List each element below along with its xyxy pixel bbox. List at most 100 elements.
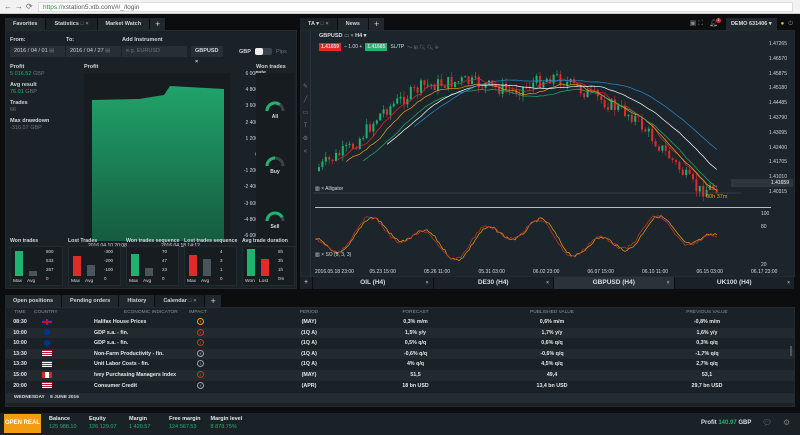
stat-label: Avg result xyxy=(10,82,37,88)
calendar-row[interactable]: 10:00 GDP s.a. - fin.! (1Q A) 1,5% y/y 1,7% … xyxy=(6,327,794,339)
close-icon[interactable]: × xyxy=(426,277,429,289)
cell-indicator: GDP s.a. - fin. xyxy=(94,328,189,339)
calendar-row[interactable]: 10:00 GDP s.a. - fin.! (1Q A) 0,5% q/q 0,6% … xyxy=(6,338,794,349)
cell-period: (1Q A) xyxy=(269,349,349,360)
add-instrument-input[interactable]: e.g. EURUSD xyxy=(122,46,187,57)
add-instrument-tab[interactable]: + xyxy=(300,277,312,289)
power-icon[interactable]: ⏻ xyxy=(788,18,795,30)
stat-label: Max drawdown xyxy=(10,118,50,124)
calendar-rows: 08:30 Halifax House Prices! (MAY) 0,3% m/m 0… xyxy=(6,317,794,391)
gbp-pips-toggle[interactable] xyxy=(255,48,272,55)
previous-text: 1,6% y/y xyxy=(696,329,718,336)
cell-period: (1Q A) xyxy=(269,359,349,370)
price-axis-label: 1.43095 xyxy=(768,129,787,136)
previous-text: -0,8% m/m xyxy=(693,319,721,325)
tab-statistics[interactable]: Statistics □ × xyxy=(46,18,97,30)
pane-divider[interactable] xyxy=(315,207,771,208)
candle xyxy=(433,82,436,91)
account-metrics: Balance 125 988.10 Equity 126 129.07 Margin 1… xyxy=(49,416,242,430)
metric-label: Margin xyxy=(129,416,148,422)
mini-bar xyxy=(145,267,153,276)
flag-us-icon xyxy=(42,360,52,367)
tab-history[interactable]: History xyxy=(119,295,155,307)
column-header[interactable]: PREVIOUS VALUE xyxy=(622,308,792,317)
won-rate-gauges: All Buy Sell xyxy=(256,73,294,253)
from-date-input[interactable]: 2016 / 04 / 01 ▤ xyxy=(10,46,65,57)
bell-icon[interactable]: 🔔︎ 1 xyxy=(709,18,726,30)
to-date-input[interactable]: 2016 / 04 / 27 ▤ xyxy=(66,46,121,57)
close-icon[interactable]: × xyxy=(787,277,790,289)
instrument-chip[interactable]: GBPUSD × xyxy=(191,46,223,65)
symbol-selector[interactable]: GBPUSD ▭ ▾ H4 ▾ xyxy=(319,33,366,39)
profit-chart xyxy=(84,73,230,243)
candle xyxy=(386,107,388,118)
candle xyxy=(698,185,701,197)
candle xyxy=(318,163,320,172)
column-header[interactable]: FORECAST xyxy=(349,308,482,317)
mini-bar xyxy=(203,259,211,276)
mini-axis-label: -200 xyxy=(104,258,114,263)
popout-close-icon[interactable]: □ × xyxy=(321,21,329,27)
instrument-tab[interactable]: OIL (H4) × xyxy=(313,277,433,289)
tab-pending-orders[interactable]: Pending orders xyxy=(62,295,119,307)
open-real-button[interactable]: OPEN REAL xyxy=(4,414,41,433)
close-icon[interactable]: × xyxy=(546,277,549,289)
popout-close-icon[interactable]: □ × xyxy=(80,21,88,27)
tab-open-positions[interactable]: Open positions xyxy=(5,295,62,307)
popout-close-icon[interactable]: □ × xyxy=(188,298,196,304)
tab-label: Calendar xyxy=(163,298,187,304)
mini-bar xyxy=(29,271,37,276)
calendar-row[interactable]: 13:30 Non-Farm Productivity - fin.! (1Q A)… xyxy=(6,348,794,360)
url-bar[interactable]: https://xstation5.xtb.com/#/_/login xyxy=(38,2,793,12)
published-text: 4,5% q/q xyxy=(541,361,563,368)
candle xyxy=(413,84,416,92)
instrument-tab[interactable]: DE30 (H4) × xyxy=(433,277,553,289)
forecast-text: 4% q/q xyxy=(406,361,425,368)
mini-chart-title: Lost Trades xyxy=(68,238,98,244)
timeframe[interactable]: H4 xyxy=(355,33,362,39)
column-header[interactable]: COUNTRY xyxy=(34,308,94,317)
candle xyxy=(702,180,705,202)
column-header[interactable]: PUBLISHED VALUE xyxy=(482,308,622,317)
stat-unit: GBP xyxy=(30,125,42,131)
cell-published: 1,7% y/y xyxy=(482,328,622,339)
time-axis-label: 06.17 23:00 xyxy=(751,269,778,275)
calendar-row[interactable]: 08:30 Halifax House Prices! (MAY) 0,3% m/m 0… xyxy=(6,317,794,328)
current-price-label: 1.41659 xyxy=(731,179,793,187)
tab-market-watch[interactable]: Market Watch xyxy=(97,18,150,30)
impact-low-icon: ! xyxy=(197,381,204,389)
gauge-label: Buy xyxy=(270,169,280,175)
add-tab-button[interactable]: + xyxy=(150,18,166,30)
time-text: 20:00 xyxy=(13,382,27,389)
instrument-tab[interactable]: GBPUSD (H4) × xyxy=(554,277,674,289)
layout-fullscreen-icons[interactable]: ▣ ⛶ xyxy=(690,18,709,30)
account-selector[interactable]: DEMO 631406 ▾ xyxy=(725,18,777,30)
instrument-tab[interactable]: UK100 (H4) × xyxy=(674,277,794,289)
drawing-toolbar[interactable]: ✎ ╱ ▭ T ⚙ < xyxy=(301,31,311,278)
close-icon[interactable]: × xyxy=(667,277,670,289)
column-header[interactable]: IMPACT xyxy=(189,308,269,317)
calendar-row[interactable]: 13:30 Unit Labor Costs - fin.! (1Q A) 4% q/… xyxy=(6,359,794,370)
add-tab-button[interactable]: + xyxy=(205,295,221,307)
column-header[interactable]: PERIOD xyxy=(269,308,349,317)
calendar-row[interactable]: 15:00 Ivey Purchasing Managers Index! (MAY… xyxy=(6,369,794,381)
calendar-row[interactable]: 20:00 Consumer Credit! (APR) 18 bn USD 13,4 … xyxy=(6,381,794,392)
browser-nav-icons[interactable]: ←→⟳ xyxy=(4,2,36,11)
indicator-so[interactable]: ▥ × SO (5, 3, 3) xyxy=(315,252,351,258)
tab-calendar[interactable]: Calendar □ × xyxy=(155,295,205,307)
tab-ta[interactable]: TA ▾ □ × xyxy=(300,18,337,30)
candlestick-chart[interactable] xyxy=(313,41,741,206)
settings-gear-icon[interactable]: ⚙ xyxy=(783,418,790,427)
calendar-scrollbar[interactable] xyxy=(790,346,792,356)
metric: Equity 126 129.07 xyxy=(89,416,119,430)
metric-label: Equity xyxy=(89,416,106,422)
chat-icon[interactable]: 💬︎ xyxy=(762,418,772,427)
column-header[interactable]: TIME xyxy=(6,308,34,317)
indicator-alligator[interactable]: ▥ × Alligator xyxy=(315,186,343,192)
column-header[interactable]: ECONOMIC INDICATOR xyxy=(94,308,189,317)
add-tab-button[interactable]: + xyxy=(368,18,385,30)
tab-news[interactable]: News xyxy=(337,18,368,30)
candle xyxy=(569,78,572,85)
tab-favorites[interactable]: Favorites xyxy=(5,18,46,30)
browser-bar: ←→⟳ https://xstation5.xtb.com/#/_/login xyxy=(0,0,800,14)
